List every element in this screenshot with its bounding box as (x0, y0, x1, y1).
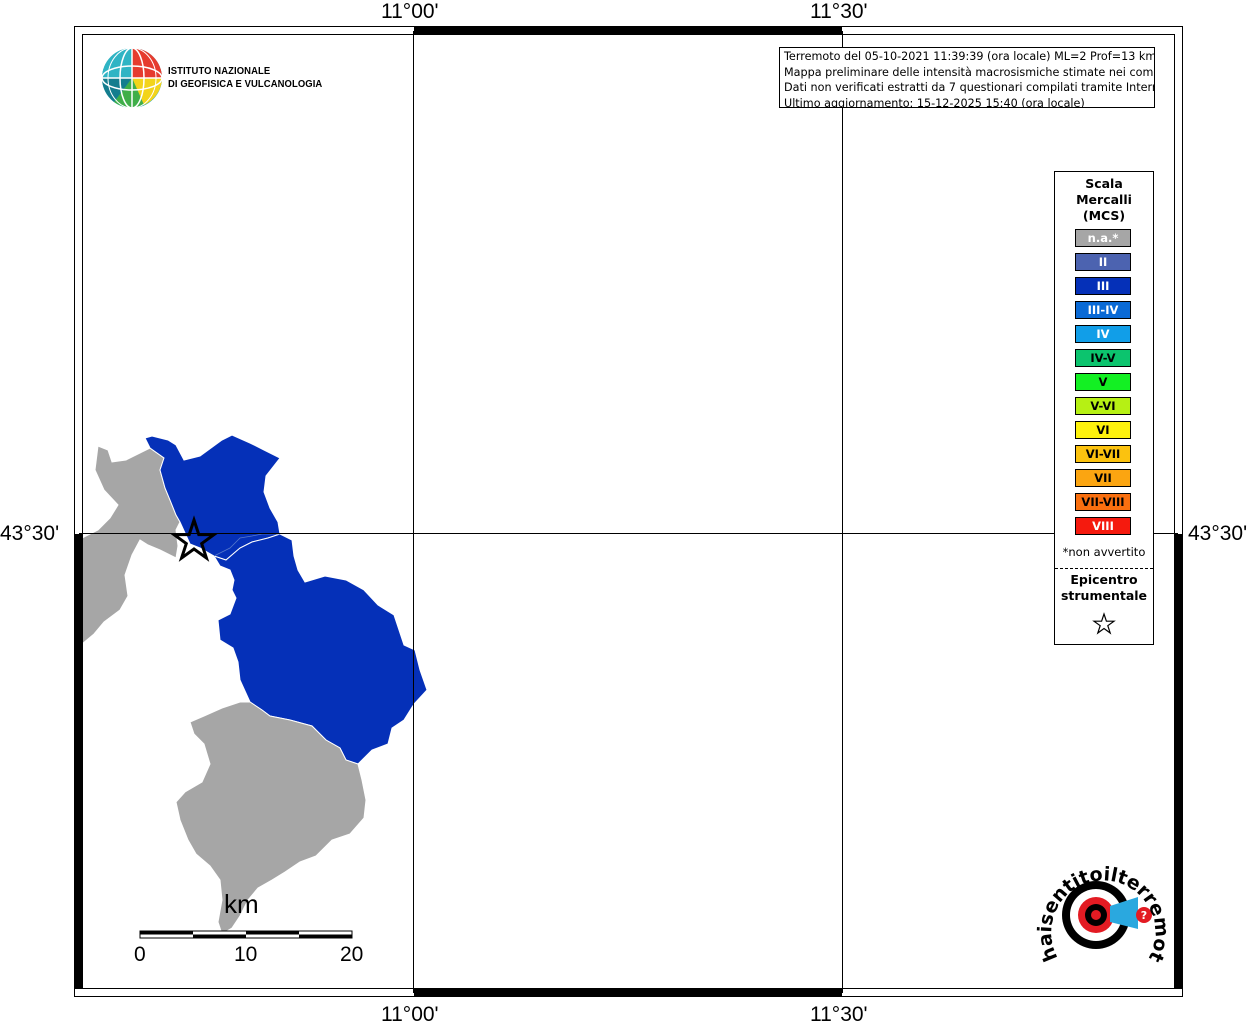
legend-swatch-item: III (1075, 277, 1131, 295)
legend-swatch-item: II (1075, 253, 1131, 271)
legend-swatch-item: VI (1075, 421, 1131, 439)
legend-swatch-item: VII (1075, 469, 1131, 487)
scale-label-20: 20 (340, 943, 364, 966)
event-info-line2: Mappa preliminare delle intensità macros… (784, 65, 1155, 79)
legend-not-felt-note: *non avvertito (1062, 545, 1146, 559)
tick-label-top-11-30: 11°30' (810, 0, 868, 23)
scale-label-10: 10 (234, 943, 258, 966)
tick-label-right-43-30: 43°30' (1188, 522, 1248, 545)
frame-segment-bottom (414, 989, 842, 996)
tick-label-left-43-30: 43°30' (0, 522, 60, 545)
scale-label-0: 0 (134, 943, 146, 966)
legend-swatch-item: V (1075, 373, 1131, 391)
legend-swatch-item: III-IV (1075, 301, 1131, 319)
legend-swatch-item: IV-V (1075, 349, 1131, 367)
tick-label-top-11-00: 11°00' (381, 0, 439, 23)
frame-segment-top (414, 27, 842, 34)
legend-swatch-item: VI-VII (1075, 445, 1131, 463)
event-info-line1: Terremoto del 05-10-2021 11:39:39 (ora l… (784, 50, 1155, 63)
institute-name: ISTITUTO NAZIONALE DI GEOFISICA E VULCAN… (168, 65, 322, 90)
institute-name-line1: ISTITUTO NAZIONALE (168, 65, 271, 77)
legend-title-line1: Scala (1085, 176, 1123, 191)
legend-title-line3: (MCS) (1082, 208, 1126, 223)
legend-swatch-item: IV (1075, 325, 1131, 343)
legend-divider (1055, 568, 1153, 569)
scale-bar (139, 930, 353, 939)
legend-epicenter-line2: strumentale (1060, 588, 1148, 603)
frame-segment-right (1175, 534, 1182, 989)
legend-epicenter-line1: Epicentro (1070, 572, 1138, 587)
institute-name-line2: DI GEOFISICA E VULCANOLOGIA (168, 77, 323, 90)
legend-swatch-item: V-VI (1075, 397, 1131, 415)
frame-segment-left (75, 534, 82, 989)
ingv-logo-icon (101, 47, 163, 109)
legend-swatch-item: VIII (1075, 517, 1131, 535)
tick-label-bottom-11-00: 11°00' (381, 1003, 439, 1026)
scale-unit: km (224, 889, 259, 919)
tick-label-bottom-11-30: 11°30' (810, 1003, 868, 1026)
legend-title-line2: Mercalli (1076, 192, 1132, 207)
event-info-line3: Dati non verificati estratti da 7 questi… (784, 81, 1155, 94)
legend-swatch-item: n.a.* (1075, 229, 1131, 247)
event-info-line4: Ultimo aggiornamento: 15-12-2025 15:40 (… (784, 96, 1085, 108)
legend-star-icon (1092, 612, 1116, 635)
legend-swatch-item: VII-VIII (1075, 493, 1131, 511)
mcs-legend: Scala Mercalli (MCS) n.a.* II III III-IV IV I… (1054, 171, 1154, 645)
event-info-box: Terremoto del 05-10-2021 11:39:39 (ora l… (779, 47, 1155, 108)
